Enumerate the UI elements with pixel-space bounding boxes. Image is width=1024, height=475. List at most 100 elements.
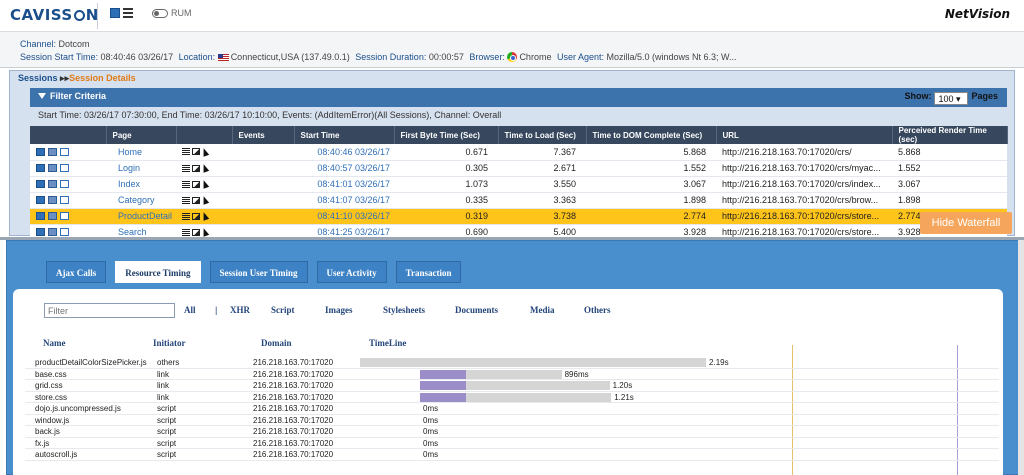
- pointer-icon[interactable]: [200, 146, 210, 157]
- resource-row[interactable]: window.js script 216.218.163.70:17020 0ms: [25, 415, 999, 426]
- pointer-icon[interactable]: [200, 195, 210, 205]
- session-icon[interactable]: [36, 196, 45, 204]
- column-header[interactable]: Time to Load (Sec): [498, 126, 587, 144]
- image-icon[interactable]: [192, 180, 200, 188]
- page-name[interactable]: Home: [106, 144, 176, 161]
- resource-row[interactable]: autoscroll.js script 216.218.163.70:17020 0…: [25, 449, 999, 461]
- document-icon[interactable]: [60, 180, 69, 188]
- tab-resource-timing[interactable]: Resource Timing: [115, 261, 201, 283]
- page-size-select[interactable]: 100 ▾: [934, 92, 969, 105]
- waterfall-panel: Ajax Calls Resource Timing Session User Ti…: [6, 240, 1022, 475]
- resource-row[interactable]: fx.js script 216.218.163.70:17020 0ms: [25, 438, 999, 449]
- session-icon[interactable]: [36, 147, 45, 156]
- replay-icon[interactable]: [48, 180, 57, 188]
- session-icon[interactable]: [36, 164, 45, 172]
- session-page-row[interactable]: ProductDetail 08:41:10 03/26/17 0.319 3.738…: [30, 208, 1007, 225]
- list-icon[interactable]: [123, 8, 133, 18]
- session-page-row[interactable]: Category 08:41:07 03/26/17 0.335 3.363 1.898…: [30, 192, 1007, 209]
- column-header[interactable]: [30, 126, 107, 144]
- filter-type-all[interactable]: All: [184, 305, 196, 315]
- timeline-wait-bar[interactable]: [420, 369, 466, 379]
- timeline-wait-bar[interactable]: [420, 381, 466, 390]
- tab-user-activity[interactable]: User Activity: [316, 261, 387, 283]
- resource-name: fx.js: [35, 438, 50, 448]
- tab-ajax-calls[interactable]: Ajax Calls: [46, 261, 107, 283]
- document-icon[interactable]: [60, 196, 69, 204]
- list-icon[interactable]: [182, 180, 190, 188]
- session-icon[interactable]: [36, 180, 45, 188]
- resource-row[interactable]: grid.css link 216.218.163.70:17020 1.20s: [25, 380, 999, 392]
- column-header[interactable]: Start Time: [294, 126, 395, 144]
- page-name[interactable]: Index: [106, 176, 176, 193]
- timeline-wait-bar[interactable]: [420, 392, 466, 402]
- image-icon[interactable]: [192, 212, 200, 220]
- list-icon[interactable]: [182, 196, 190, 204]
- list-icon[interactable]: [182, 212, 190, 220]
- list-icon[interactable]: [182, 164, 190, 172]
- session-page-row[interactable]: Home 08:40:46 03/26/17 0.671 7.367 5.868 http…: [30, 144, 1007, 161]
- session-icon[interactable]: [36, 228, 45, 236]
- rum-toggle[interactable]: RUM: [152, 8, 192, 18]
- breadcrumb-sessions[interactable]: Sessions: [18, 73, 58, 83]
- filter-type-images[interactable]: Images: [325, 305, 353, 315]
- replay-icon[interactable]: [48, 212, 57, 220]
- filter-type-stylesheets[interactable]: Stylesheets: [383, 305, 425, 315]
- resource-column-domain[interactable]: Domain: [261, 338, 292, 348]
- hide-waterfall-button[interactable]: Hide Waterfall: [920, 212, 1012, 234]
- session-page-row[interactable]: Login 08:40:57 03/26/17 0.305 2.671 1.552 htt…: [30, 160, 1007, 177]
- session-page-row[interactable]: Index 08:41:01 03/26/17 1.073 3.550 3.067 htt…: [30, 176, 1007, 193]
- filter-type-others[interactable]: Others: [584, 305, 611, 315]
- resource-row[interactable]: productDetailColorSizePicker.js others 216…: [25, 357, 999, 369]
- tab-transaction[interactable]: Transaction: [395, 261, 462, 283]
- column-header[interactable]: URL: [716, 126, 893, 144]
- replay-icon[interactable]: [48, 196, 57, 204]
- column-header[interactable]: Perceived Render Time (sec): [892, 126, 1008, 144]
- image-icon[interactable]: [192, 148, 200, 156]
- pointer-icon[interactable]: [200, 227, 210, 237]
- replay-icon[interactable]: [48, 147, 57, 156]
- resource-row[interactable]: dojo.js.uncompressed.js script 216.218.163…: [25, 403, 999, 415]
- location-label: Location:: [178, 52, 216, 62]
- resource-column-initiator[interactable]: Initiator: [153, 338, 186, 348]
- document-icon[interactable]: [60, 212, 69, 220]
- pointer-icon[interactable]: [200, 163, 210, 173]
- tab-session-user-timing[interactable]: Session User Timing: [209, 261, 308, 283]
- filter-criteria-bar[interactable]: Filter Criteria Show: 100 ▾ Pages: [30, 88, 1007, 107]
- document-icon[interactable]: [60, 147, 69, 156]
- column-header[interactable]: [176, 126, 233, 144]
- list-icon[interactable]: [182, 148, 190, 156]
- page-name[interactable]: ProductDetail: [106, 208, 176, 225]
- collapse-triangle-icon[interactable]: [38, 93, 46, 99]
- resource-filter-input[interactable]: [44, 303, 175, 318]
- page-name[interactable]: Login: [106, 160, 176, 177]
- resource-column-name[interactable]: Name: [43, 338, 66, 348]
- column-header[interactable]: First Byte Time (Sec): [394, 126, 499, 144]
- filter-type-xhr[interactable]: XHR: [230, 305, 250, 315]
- replay-icon[interactable]: [48, 228, 57, 236]
- document-icon[interactable]: [60, 164, 69, 172]
- list-icon[interactable]: [182, 228, 190, 236]
- filter-type-media[interactable]: Media: [530, 305, 555, 315]
- page-scrollbar[interactable]: [1018, 240, 1024, 475]
- resource-column-timeline[interactable]: TimeLine: [369, 338, 406, 348]
- filter-type-script[interactable]: Script: [271, 305, 295, 315]
- resource-row[interactable]: base.css link 216.218.163.70:17020 896ms: [25, 369, 999, 380]
- resource-row[interactable]: store.css link 216.218.163.70:17020 1.21s: [25, 392, 999, 403]
- column-header[interactable]: Time to DOM Complete (Sec): [586, 126, 717, 144]
- image-icon[interactable]: [192, 196, 200, 204]
- replay-icon[interactable]: [48, 164, 57, 172]
- toggle-icon[interactable]: [152, 8, 168, 18]
- document-icon[interactable]: [60, 228, 69, 236]
- timeline-bar[interactable]: [360, 358, 707, 367]
- pointer-icon[interactable]: [200, 211, 210, 221]
- session-icon[interactable]: [36, 212, 45, 220]
- column-header[interactable]: Page: [106, 126, 177, 144]
- page-name[interactable]: Category: [106, 192, 176, 209]
- image-icon[interactable]: [192, 164, 200, 172]
- column-header[interactable]: Events: [232, 126, 295, 144]
- filter-type-documents[interactable]: Documents: [455, 305, 498, 315]
- image-icon[interactable]: [192, 228, 200, 236]
- sessions-icon[interactable]: [110, 8, 120, 18]
- resource-row[interactable]: back.js script 216.218.163.70:17020 0ms: [25, 426, 999, 438]
- pointer-icon[interactable]: [200, 179, 210, 189]
